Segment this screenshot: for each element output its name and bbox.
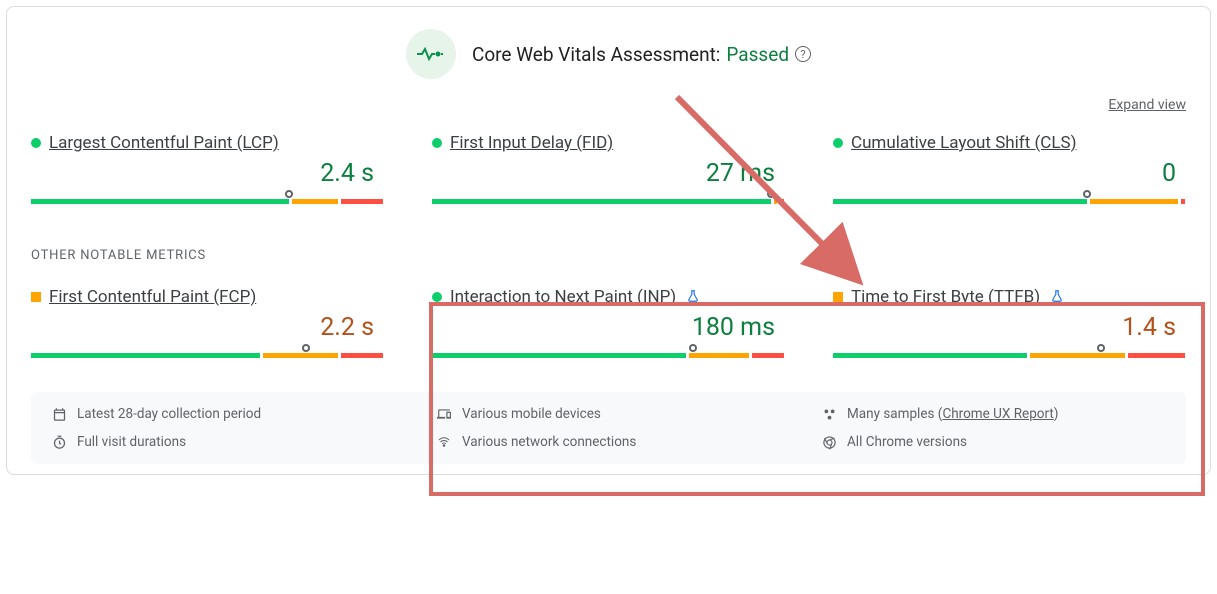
metric-name-link[interactable]: Interaction to Next Paint (INP) [450, 287, 676, 307]
metric-value: 27 ms [432, 159, 785, 188]
status-square-icon [31, 292, 41, 302]
bar-segment-poor [341, 353, 383, 358]
value-marker-icon [1083, 190, 1091, 198]
web-vitals-card: Core Web Vitals Assessment: Passed ? Exp… [6, 6, 1211, 475]
value-marker-icon [285, 190, 293, 198]
distribution-bar [432, 194, 785, 204]
assessment-header: Core Web Vitals Assessment: Passed ? [31, 29, 1186, 79]
metric-inp: Interaction to Next Paint (INP) 180 ms [432, 287, 785, 358]
bar-segment-ni [1030, 353, 1125, 358]
distribution-bar [31, 348, 384, 358]
footer-text: Many samples (Chrome UX Report) [847, 406, 1059, 422]
footer-network: Various network connections [436, 434, 781, 450]
metric-name-link[interactable]: Largest Contentful Paint (LCP) [49, 133, 279, 153]
assessment-status: Passed [726, 43, 789, 66]
bar-segment-good [432, 353, 686, 358]
metric-name-link[interactable]: Cumulative Layout Shift (CLS) [851, 133, 1077, 153]
metric-value: 0 [833, 159, 1186, 188]
help-icon[interactable]: ? [795, 46, 811, 62]
metric-fid: First Input Delay (FID) 27 ms [432, 133, 785, 204]
bar-segment-ni [774, 199, 778, 204]
chrome-icon [821, 435, 837, 450]
distribution-bar [31, 194, 384, 204]
other-metrics-heading: OTHER NOTABLE METRICS [31, 248, 1186, 263]
footer-samples: Many samples (Chrome UX Report) [821, 406, 1166, 422]
metric-name-link[interactable]: First Contentful Paint (FCP) [49, 287, 256, 307]
footer-text: Latest 28-day collection period [77, 406, 261, 422]
metric-value: 2.2 s [31, 313, 384, 342]
footer-text: All Chrome versions [847, 434, 967, 450]
assessment-title-prefix: Core Web Vitals Assessment: [472, 43, 720, 66]
bar-segment-poor [780, 199, 784, 204]
bar-segment-good [31, 353, 260, 358]
footer-period: Latest 28-day collection period [51, 406, 396, 422]
metric-fcp: First Contentful Paint (FCP) 2.2 s [31, 287, 384, 358]
distribution-bar [833, 194, 1186, 204]
bar-segment-poor [1181, 199, 1185, 204]
samples-icon [821, 407, 837, 422]
expand-view-link[interactable]: Expand view [1108, 97, 1186, 113]
value-marker-icon [1097, 344, 1105, 352]
pulse-icon [406, 29, 456, 79]
metric-name-link[interactable]: First Input Delay (FID) [450, 133, 613, 153]
footer-devices: Various mobile devices [436, 406, 781, 422]
metric-name-link[interactable]: Time to First Byte (TTFB) [851, 287, 1040, 307]
status-square-icon [833, 292, 843, 302]
bar-segment-poor [752, 353, 784, 358]
status-dot-icon [432, 138, 442, 148]
metric-value: 180 ms [432, 313, 785, 342]
footer-durations: Full visit durations [51, 434, 396, 450]
flask-experimental-icon[interactable] [1050, 288, 1064, 307]
info-footer: Latest 28-day collection period Various … [31, 392, 1186, 464]
assessment-title: Core Web Vitals Assessment: Passed ? [472, 43, 811, 66]
bar-segment-ni [263, 353, 337, 358]
other-metrics-grid: First Contentful Paint (FCP) 2.2 s Inter… [31, 287, 1186, 358]
bar-segment-poor [341, 199, 383, 204]
status-dot-icon [833, 138, 843, 148]
timer-icon [51, 435, 67, 450]
crux-report-link[interactable]: Chrome UX Report [942, 406, 1053, 422]
footer-text: Various mobile devices [462, 406, 601, 422]
footer-versions: All Chrome versions [821, 434, 1166, 450]
bar-segment-good [833, 353, 1027, 358]
footer-text: Full visit durations [77, 434, 186, 450]
bar-segment-ni [1090, 199, 1178, 204]
bar-segment-good [31, 199, 289, 204]
bar-segment-ni [689, 353, 749, 358]
metric-lcp: Largest Contentful Paint (LCP) 2.4 s [31, 133, 384, 204]
value-marker-icon [767, 190, 775, 198]
distribution-bar [432, 348, 785, 358]
network-icon [436, 436, 452, 448]
metric-cls: Cumulative Layout Shift (CLS) 0 [833, 133, 1186, 204]
bar-segment-good [833, 199, 1087, 204]
devices-icon [436, 407, 452, 421]
metric-value: 2.4 s [31, 159, 384, 188]
bar-segment-good [432, 199, 771, 204]
bar-segment-poor [1128, 353, 1184, 358]
flask-experimental-icon[interactable] [686, 288, 700, 307]
bar-segment-ni [292, 199, 338, 204]
footer-text: Various network connections [462, 434, 636, 450]
distribution-bar [833, 348, 1186, 358]
metric-value: 1.4 s [833, 313, 1186, 342]
calendar-icon [51, 407, 67, 422]
value-marker-icon [689, 344, 697, 352]
status-dot-icon [31, 138, 41, 148]
status-dot-icon [432, 292, 442, 302]
value-marker-icon [302, 344, 310, 352]
core-metrics-grid: Largest Contentful Paint (LCP) 2.4 s Fir… [31, 133, 1186, 204]
metric-ttfb: Time to First Byte (TTFB) 1.4 s [833, 287, 1186, 358]
